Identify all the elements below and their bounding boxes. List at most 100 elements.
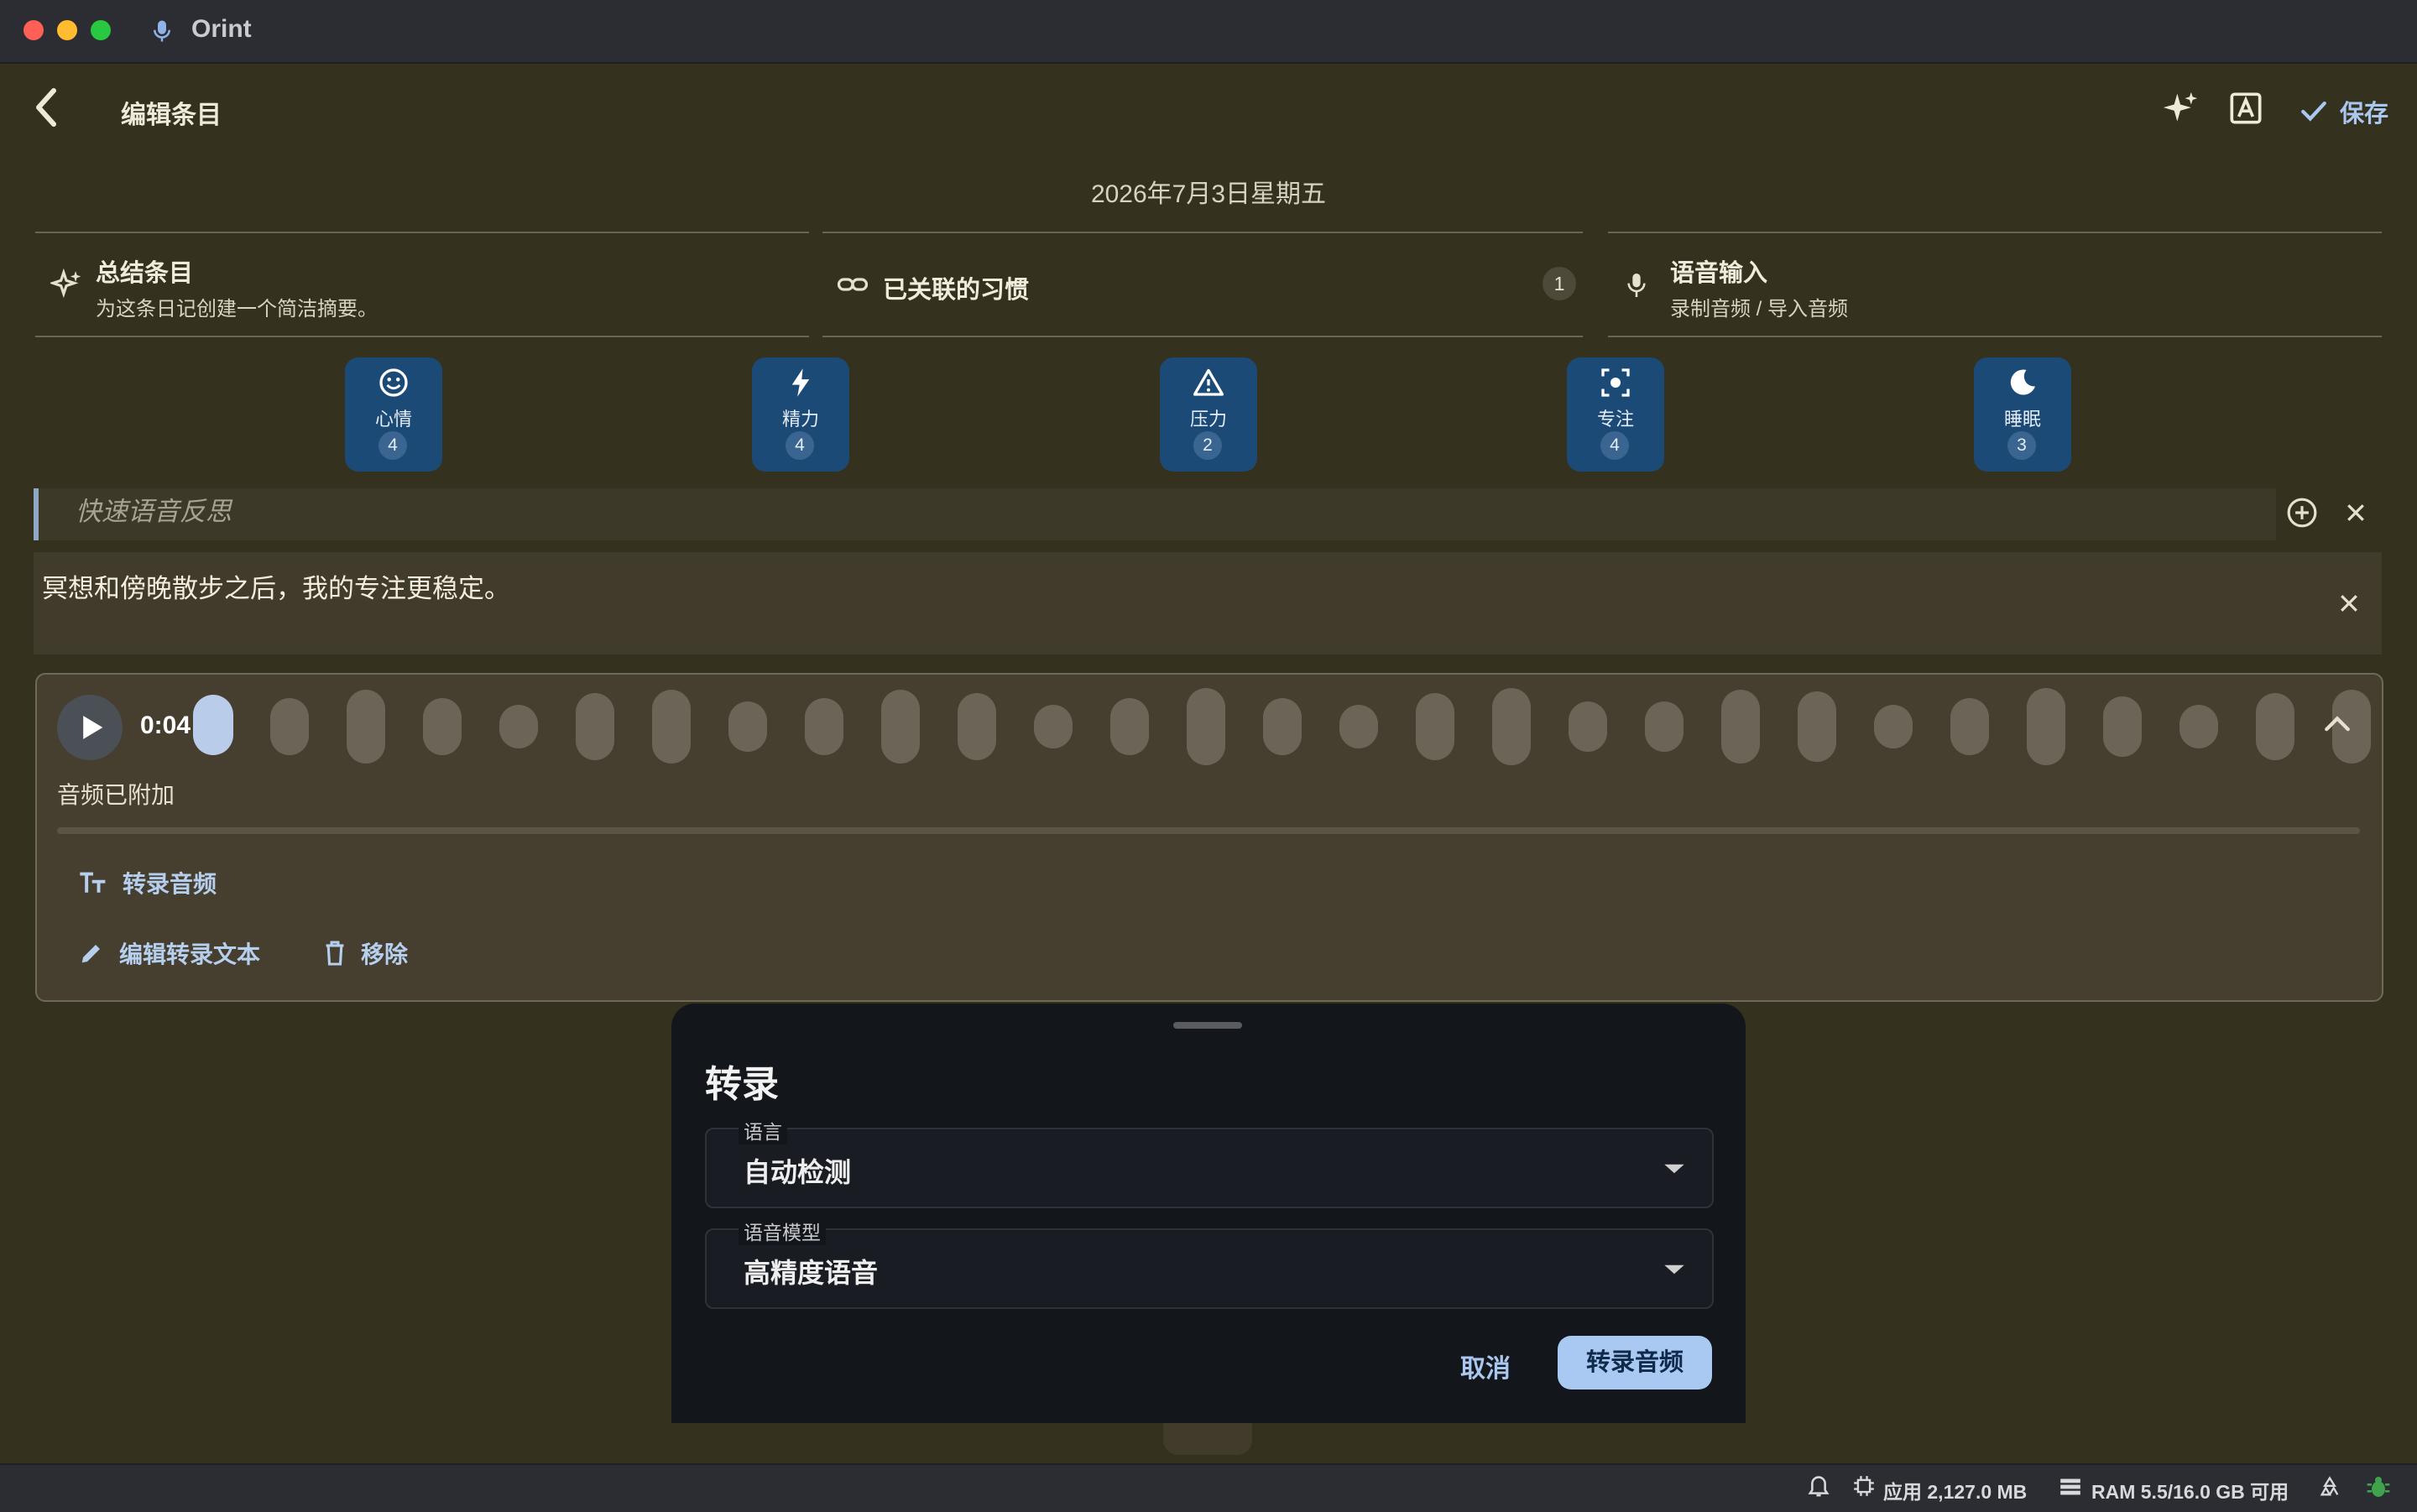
transcribe-label: 转录音频: [123, 871, 217, 897]
cpu-icon: [1853, 1475, 1875, 1497]
waveform-bar: [1110, 698, 1149, 755]
app-title: Orint: [191, 15, 252, 43]
waveform-bar: [1339, 705, 1378, 748]
summary-subtitle: 为这条日记创建一个简洁摘要。: [96, 298, 378, 321]
waveform-bar: [2179, 705, 2218, 748]
language-value: 自动检测: [744, 1157, 852, 1187]
audio-time: 0:04: [140, 712, 191, 739]
sparkle-icon: [2163, 91, 2198, 122]
bell-icon[interactable]: [1808, 1475, 1830, 1499]
minimize-window-button[interactable]: [57, 20, 77, 40]
text-format-icon: [2230, 92, 2262, 124]
recycle-icon[interactable]: [2318, 1475, 2341, 1499]
summary-card[interactable]: 总结条目 为这条日记创建一个简洁摘要。: [35, 232, 809, 337]
waveform-bar: [1569, 701, 1607, 752]
smile-icon: [378, 368, 409, 398]
waveform-bar: [1263, 698, 1302, 755]
waveform-bar: [958, 693, 996, 760]
metric-sleep[interactable]: 睡眠 3: [1974, 357, 2071, 472]
metric-focus[interactable]: 专注 4: [1567, 357, 1664, 472]
clear-note-button[interactable]: [2336, 591, 2362, 616]
metric-stress[interactable]: 压力 2: [1160, 357, 1257, 472]
model-label: 语音模型: [739, 1217, 826, 1245]
close-window-button[interactable]: [23, 20, 44, 40]
voice-title: 语音输入: [1670, 260, 1768, 287]
metric-label: 睡眠: [2003, 409, 2041, 430]
confirm-transcribe-button[interactable]: 转录音频: [1558, 1336, 1712, 1389]
entry-date: 2026年7月3日星期五: [1090, 180, 1327, 208]
language-select[interactable]: 语言 自动检测: [705, 1116, 1714, 1208]
edit-transcript-label: 编辑转录文本: [119, 941, 261, 967]
audio-status: 音频已附加: [57, 782, 175, 808]
bottom-handle-tab[interactable]: [1163, 1423, 1252, 1455]
transcribe-audio-button[interactable]: 转录音频: [79, 866, 217, 899]
waveform-bar: [1645, 701, 1684, 752]
playhead-bar[interactable]: [193, 695, 233, 755]
voice-subtitle: 录制音频 / 导入音频: [1670, 298, 1849, 321]
bolt-icon: [787, 368, 814, 398]
chevron-left-icon: [36, 88, 56, 127]
clear-reflection-button[interactable]: [2343, 500, 2368, 525]
metric-value: 2: [1193, 431, 1222, 460]
model-value: 高精度语音: [744, 1258, 879, 1288]
metric-label: 专注: [1596, 409, 1634, 430]
close-icon: [2347, 504, 2364, 521]
warning-icon: [1193, 368, 1224, 396]
waveform-bar: [2256, 693, 2294, 760]
collapse-audio-button[interactable]: [2323, 713, 2352, 733]
back-button[interactable]: [30, 86, 64, 129]
save-button[interactable]: 保存: [2300, 94, 2388, 129]
metric-label: 心情: [374, 409, 412, 430]
metric-value: 3: [2007, 431, 2036, 460]
waveform-bar: [576, 693, 614, 760]
waveform-bar: [499, 705, 538, 748]
app-memory: 应用 2,127.0 MB: [1883, 1481, 2028, 1503]
language-label: 语言: [739, 1116, 787, 1144]
metric-label: 压力: [1189, 409, 1227, 430]
waveform-bar: [2103, 696, 2142, 757]
habits-count-badge: 1: [1543, 267, 1576, 300]
voice-input-card[interactable]: 语音输入 录制音频 / 导入音频: [1608, 232, 2382, 337]
waveform-bar: [1874, 705, 1913, 748]
edit-transcript-button[interactable]: 编辑转录文本: [79, 936, 260, 970]
mic-icon: [1625, 270, 1648, 300]
zoom-window-button[interactable]: [91, 20, 111, 40]
status-bar: [0, 1463, 2417, 1512]
remove-audio-button[interactable]: 移除: [324, 936, 408, 970]
waveform-bar: [1950, 698, 1989, 755]
remove-label: 移除: [361, 941, 409, 967]
dropdown-arrow-icon: [1664, 1264, 1684, 1275]
quick-reflection-field[interactable]: [34, 488, 2276, 540]
metric-label: 精力: [781, 409, 819, 430]
waveform-bar: [1492, 688, 1531, 765]
metric-energy[interactable]: 精力 4: [752, 357, 849, 472]
waveform-bar: [881, 690, 920, 764]
play-button[interactable]: [57, 695, 123, 760]
check-icon: [2301, 101, 2326, 122]
waveform-bar: [423, 698, 462, 755]
link-icon: [838, 272, 868, 297]
sparkle-button[interactable]: [2162, 91, 2199, 128]
waveform-bar: [1721, 690, 1760, 764]
waveform-bar: [1416, 693, 1454, 760]
speech-model-select[interactable]: 语音模型 高精度语音: [705, 1217, 1714, 1309]
cancel-button[interactable]: 取消: [1460, 1348, 1511, 1384]
save-label: 保存: [2340, 101, 2389, 128]
metric-value: 4: [378, 431, 407, 460]
waveform-bar: [1187, 688, 1225, 765]
metric-mood[interactable]: 心情 4: [345, 357, 442, 472]
quick-reflection-placeholder: 快速语音反思: [76, 497, 232, 526]
font-format-button[interactable]: [2229, 91, 2263, 126]
linked-habits-card[interactable]: 已关联的习惯 1: [822, 232, 1583, 337]
drag-handle[interactable]: [1173, 1022, 1242, 1029]
mic-icon: [149, 17, 175, 45]
waveform-bar: [2027, 688, 2065, 765]
audio-progress-bar[interactable]: [57, 827, 2360, 834]
bug-icon[interactable]: [2365, 1473, 2392, 1500]
waveform-bar: [347, 690, 385, 764]
add-reflection-button[interactable]: [2286, 497, 2318, 529]
metric-value: 4: [786, 431, 814, 460]
trash-icon: [326, 941, 344, 966]
waveform-bar: [1034, 705, 1073, 748]
moon-icon: [2007, 368, 2038, 398]
